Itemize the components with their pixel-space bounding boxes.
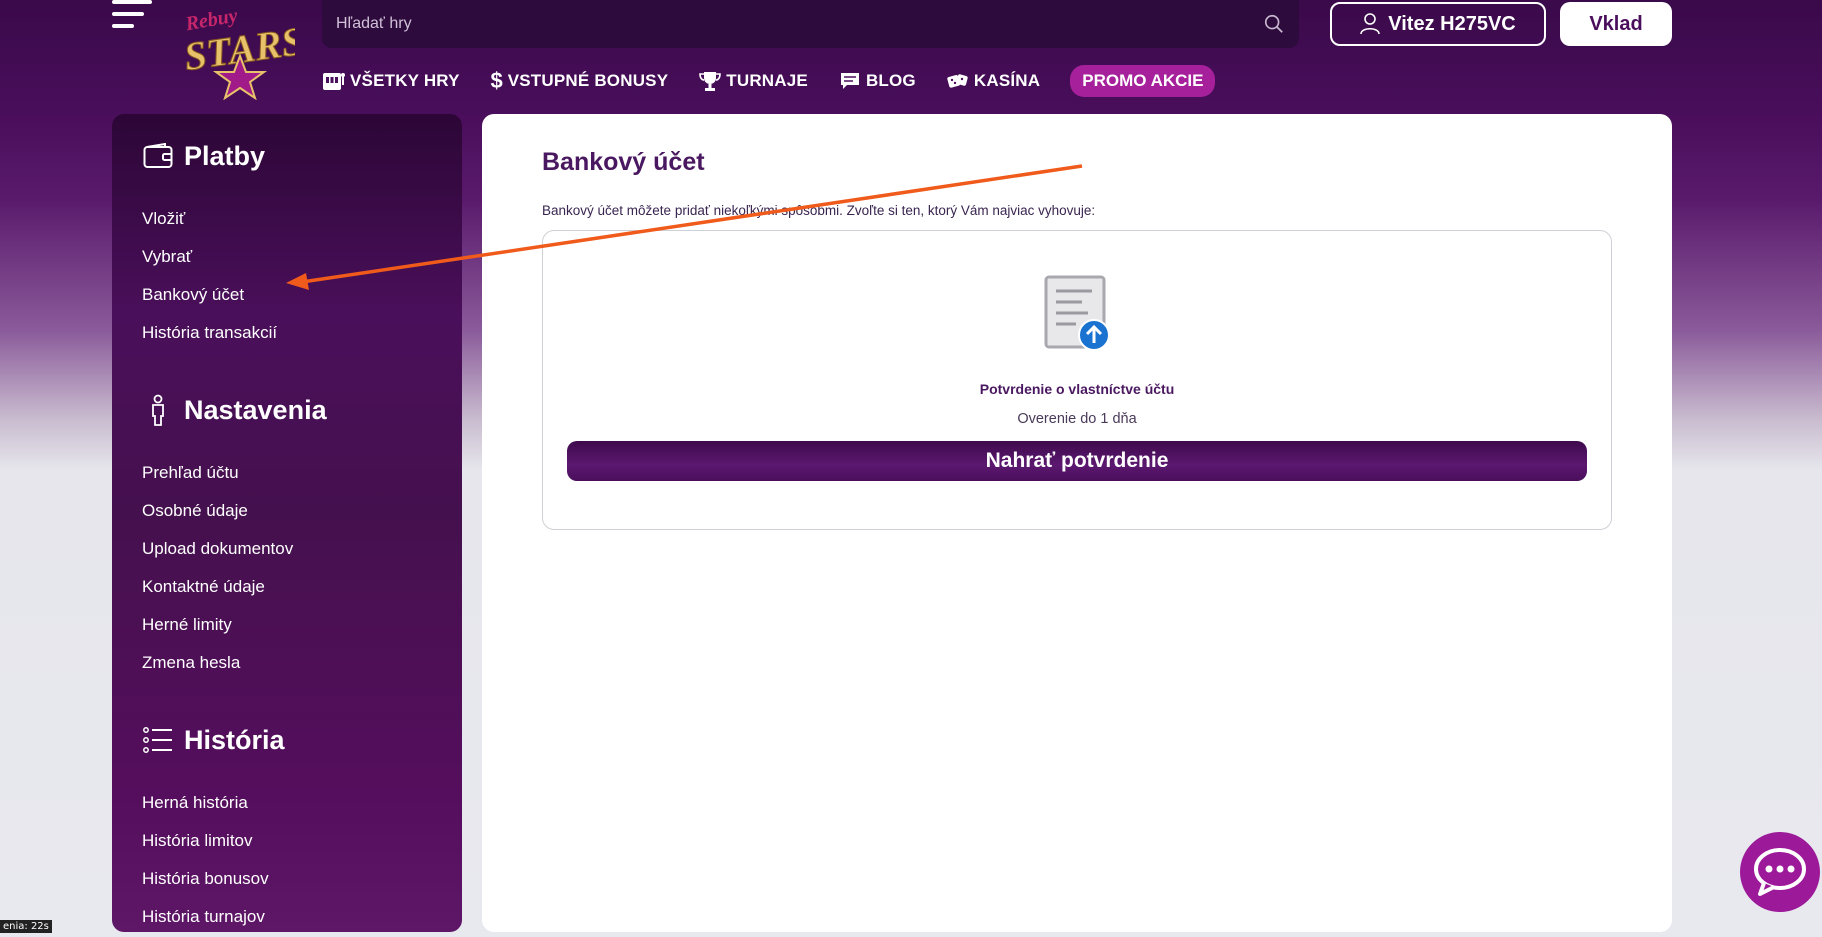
nav-promo-button[interactable]: PROMO AKCIE xyxy=(1070,65,1216,97)
nav-label: VŠETKY HRY xyxy=(350,71,460,90)
username-label: Vitez H275VC xyxy=(1388,12,1516,35)
list-icon xyxy=(142,724,174,756)
sidebar-item-limit-history[interactable]: História limitov xyxy=(142,822,432,860)
card-subtitle: Overenie do 1 dňa xyxy=(1017,411,1137,427)
page-intro: Bankový účet môžete pridať niekoľkými sp… xyxy=(542,203,1096,218)
sidebar-item-tournament-history[interactable]: História turnajov xyxy=(142,898,432,936)
ownership-proof-card: Potvrdenie o vlastníctve účtu Overenie d… xyxy=(542,230,1612,530)
nav-label: KASÍNA xyxy=(973,71,1041,90)
nav-entry-bonuses[interactable]: $ VSTUPNÉ BONUSY xyxy=(490,68,669,93)
chat-icon xyxy=(1754,848,1806,896)
sidebar-heading-label: História xyxy=(184,724,285,755)
nav-label: VSTUPNÉ BONUSY xyxy=(507,71,669,90)
main-nav: VŠETKY HRY $ VSTUPNÉ BONUSY TURNAJE BLOG… xyxy=(322,65,1216,97)
person-icon xyxy=(142,394,174,426)
account-sidebar: Platby Vložiť Vybrať Bankový účet Histór… xyxy=(112,114,462,932)
document-upload-icon xyxy=(1044,275,1110,351)
user-account-button[interactable]: Vitez H275VC xyxy=(1330,2,1546,46)
user-icon xyxy=(1360,13,1381,35)
sidebar-item-bonus-history[interactable]: História bonusov xyxy=(142,860,432,898)
session-timer: enia: 22s xyxy=(0,920,52,933)
sidebar-item-account-overview[interactable]: Prehľad účtu xyxy=(142,454,432,492)
live-chat-button[interactable] xyxy=(1740,832,1820,912)
upload-proof-button[interactable]: Nahrať potvrdenie xyxy=(567,441,1587,481)
bank-account-panel: Bankový účet Bankový účet môžete pridať … xyxy=(482,114,1672,932)
sidebar-section-payments: Platby Vložiť Vybrať Bankový účet Histór… xyxy=(142,138,432,352)
sidebar-item-game-limits[interactable]: Herné limity xyxy=(142,606,432,644)
sidebar-section-history: História Herná história História limitov… xyxy=(142,722,432,936)
nav-blog[interactable]: BLOG xyxy=(838,69,916,93)
sidebar-heading: Nastavenia xyxy=(142,392,432,428)
deposit-button[interactable]: Vklad xyxy=(1560,2,1672,46)
sidebar-section-settings: Nastavenia Prehľad účtu Osobné údaje Upl… xyxy=(142,392,432,682)
sidebar-item-game-history[interactable]: Herná história xyxy=(142,784,432,822)
brand-logo[interactable]: Rebuy STARS xyxy=(180,0,307,101)
search-icon[interactable] xyxy=(1263,13,1285,35)
sidebar-item-personal-data[interactable]: Osobné údaje xyxy=(142,492,432,530)
sidebar-heading: Platby xyxy=(142,138,432,174)
sidebar-heading-label: Nastavenia xyxy=(184,394,327,425)
sidebar-item-deposit[interactable]: Vložiť xyxy=(142,200,432,238)
search-input[interactable] xyxy=(336,15,1263,33)
nav-casinos[interactable]: KASÍNA xyxy=(946,69,1040,93)
sidebar-item-transaction-history[interactable]: História transakcií xyxy=(142,314,432,352)
nav-all-games[interactable]: VŠETKY HRY xyxy=(322,69,460,93)
sidebar-item-withdraw[interactable]: Vybrať xyxy=(142,238,432,276)
chat-bubble-icon xyxy=(838,69,862,93)
card-title: Potvrdenie o vlastníctve účtu xyxy=(979,381,1175,397)
trophy-icon xyxy=(698,69,722,93)
search-bar[interactable] xyxy=(322,0,1299,48)
dice-icon xyxy=(946,69,970,93)
nav-label: BLOG xyxy=(865,71,916,90)
nav-label: TURNAJE xyxy=(726,71,808,90)
nav-tournaments[interactable]: TURNAJE xyxy=(698,69,808,93)
sidebar-heading-label: Platby xyxy=(184,140,266,171)
sidebar-heading: História xyxy=(142,722,432,758)
menu-hamburger-icon[interactable] xyxy=(112,0,154,32)
wallet-icon xyxy=(142,140,174,172)
sidebar-item-change-password[interactable]: Zmena hesla xyxy=(142,644,432,682)
page-title: Bankový účet xyxy=(542,148,705,176)
dollar-icon: $ xyxy=(490,68,503,93)
sidebar-item-contact-data[interactable]: Kontaktné údaje xyxy=(142,568,432,606)
sidebar-item-bank-account[interactable]: Bankový účet xyxy=(142,276,432,314)
sidebar-item-upload-documents[interactable]: Upload dokumentov xyxy=(142,530,432,568)
slot-machine-icon xyxy=(322,69,346,93)
